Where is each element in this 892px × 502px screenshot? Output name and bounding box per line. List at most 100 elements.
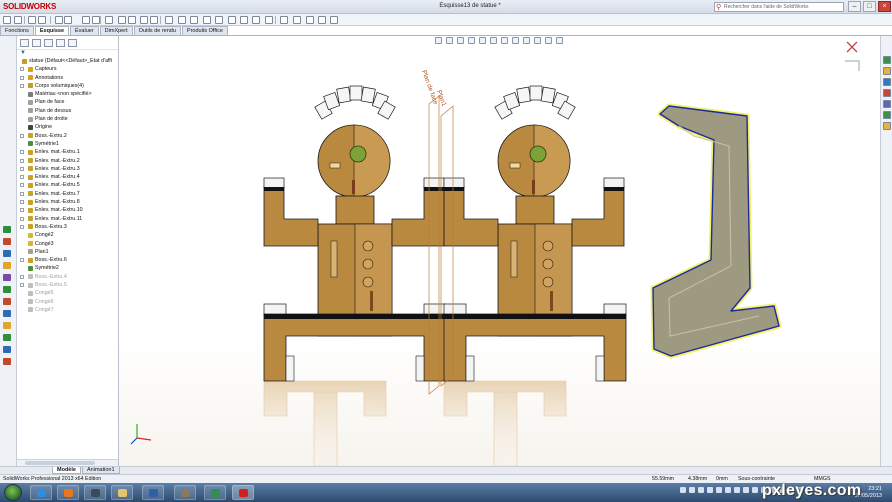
expand-toggle[interactable] — [20, 208, 24, 213]
app-logo[interactable]: SOLIDWORKS — [3, 2, 56, 11]
sketch-tool-icon[interactable] — [3, 334, 11, 341]
sketch-tool-icon[interactable] — [3, 226, 11, 233]
print-icon[interactable] — [38, 16, 46, 24]
tree-item[interactable]: Corps volumiques(4) — [17, 82, 118, 90]
polygon-icon[interactable] — [190, 16, 198, 24]
sketch-tool-icon[interactable] — [3, 262, 11, 269]
sketch-icon[interactable] — [118, 16, 126, 24]
expand-toggle[interactable] — [20, 158, 24, 163]
task-pane-icon[interactable] — [883, 89, 891, 97]
tree-item[interactable]: Enlev. mat.-Extru.3 — [17, 165, 118, 173]
tray-icon[interactable] — [689, 487, 695, 493]
sketch-tool-icon[interactable] — [3, 298, 11, 305]
expand-toggle[interactable] — [20, 183, 24, 188]
tree-item[interactable]: Boss.-Extru.4 — [17, 273, 118, 281]
rectangle-icon[interactable] — [140, 16, 148, 24]
help-search-input[interactable]: ⚲ Rechercher dans l'aide de SolidWorks — [714, 2, 844, 12]
sketch-tool-icon[interactable] — [3, 274, 11, 281]
offset-icon[interactable] — [293, 16, 301, 24]
tree-item[interactable]: Enlev. mat.-Extru.7 — [17, 190, 118, 198]
expand-toggle[interactable] — [20, 274, 24, 279]
move-icon[interactable] — [318, 16, 326, 24]
model-tab-animation1[interactable]: Animation1 — [82, 467, 120, 474]
minimize-button[interactable]: – — [848, 1, 861, 12]
open-icon[interactable] — [14, 16, 22, 24]
tab-dimxpert[interactable]: DimXpert — [99, 26, 133, 35]
tree-item[interactable]: Boss.-Extru.2 — [17, 132, 118, 140]
tree-item[interactable]: Boss.-Extru.6 — [17, 256, 118, 264]
tree-item[interactable]: Enlev. mat.-Extru.4 — [17, 173, 118, 181]
expand-toggle[interactable] — [20, 283, 24, 288]
sketch-tool-icon[interactable] — [3, 346, 11, 353]
display-manager-icon[interactable] — [68, 39, 77, 47]
fillet-icon[interactable] — [252, 16, 260, 24]
taskbar-word[interactable] — [142, 485, 164, 500]
relations-icon[interactable] — [330, 16, 338, 24]
tree-item[interactable]: Congé2 — [17, 231, 118, 239]
undo-icon[interactable] — [55, 16, 63, 24]
tree-horizontal-scrollbar[interactable] — [17, 459, 118, 466]
sketch-tool-icon[interactable] — [3, 286, 11, 293]
configuration-manager-icon[interactable] — [44, 39, 53, 47]
expand-toggle[interactable] — [20, 166, 24, 171]
taskbar-screenshot[interactable] — [204, 485, 226, 500]
new-icon[interactable] — [3, 16, 11, 24]
expand-toggle[interactable] — [20, 224, 24, 229]
tree-item[interactable]: Congé5 — [17, 289, 118, 297]
tab-produits-office[interactable]: Produits Office — [181, 26, 228, 35]
sketch-tool-icon[interactable] — [3, 322, 11, 329]
mirror-icon[interactable] — [306, 16, 314, 24]
start-button[interactable] — [4, 484, 22, 501]
plane-icon[interactable] — [240, 16, 248, 24]
taskbar-solidworks[interactable] — [232, 485, 254, 500]
tree-item[interactable]: Boss.-Extru.3 — [17, 223, 118, 231]
expand-toggle[interactable] — [20, 150, 24, 155]
expand-toggle[interactable] — [20, 175, 24, 180]
expand-toggle[interactable] — [20, 258, 24, 263]
taskbar-firefox[interactable] — [57, 485, 79, 500]
options-icon[interactable] — [105, 16, 113, 24]
convert-icon[interactable] — [265, 16, 273, 24]
tray-icon[interactable] — [716, 487, 722, 493]
tree-item[interactable]: Annotations — [17, 74, 118, 82]
expand-toggle[interactable] — [20, 67, 24, 72]
arc-icon[interactable] — [178, 16, 186, 24]
tree-item[interactable]: Plan de dessus — [17, 107, 118, 115]
tray-icon[interactable] — [752, 487, 758, 493]
maximize-button[interactable]: □ — [863, 1, 876, 12]
tree-item[interactable]: Enlev. mat.-Extru.10 — [17, 206, 118, 214]
text-icon[interactable] — [228, 16, 236, 24]
sketch-tool-icon[interactable] — [3, 250, 11, 257]
taskbar-explorer[interactable] — [111, 485, 133, 500]
model-tab-modèle[interactable]: Modèle — [52, 467, 81, 474]
spline-icon[interactable] — [203, 16, 211, 24]
sketch-tool-icon[interactable] — [3, 358, 11, 365]
feature-manager-icon[interactable] — [20, 39, 29, 47]
property-manager-icon[interactable] — [32, 39, 41, 47]
taskbar-ie[interactable] — [30, 485, 52, 500]
taskbar-media[interactable] — [84, 485, 106, 500]
task-pane-icon[interactable] — [883, 78, 891, 86]
tree-item[interactable]: Plan de droite — [17, 115, 118, 123]
rebuild-icon[interactable] — [92, 16, 100, 24]
expand-toggle[interactable] — [20, 133, 24, 138]
tree-item[interactable]: Congé6 — [17, 298, 118, 306]
save-icon[interactable] — [28, 16, 36, 24]
expand-toggle[interactable] — [20, 191, 24, 196]
trim-icon[interactable] — [280, 16, 288, 24]
tree-item[interactable]: Congé7 — [17, 306, 118, 314]
select-icon[interactable] — [82, 16, 90, 24]
task-pane-icon[interactable] — [883, 67, 891, 75]
task-pane-icon[interactable] — [883, 111, 891, 119]
slot-icon[interactable] — [150, 16, 158, 24]
tree-item[interactable]: Origine — [17, 123, 118, 131]
tree-item[interactable]: statue (Défaut<<Défaut>_Etat d'affi — [17, 57, 118, 65]
scrollbar-thumb[interactable] — [25, 461, 95, 465]
tree-item[interactable]: Enlev. mat.-Extru.1 — [17, 148, 118, 156]
circle-icon[interactable] — [165, 16, 173, 24]
task-pane-icon[interactable] — [883, 56, 891, 64]
tray-icon[interactable] — [725, 487, 731, 493]
tree-item[interactable]: Enlev. mat.-Extru.2 — [17, 157, 118, 165]
tray-icon[interactable] — [707, 487, 713, 493]
taskbar-gimp[interactable] — [174, 485, 196, 500]
